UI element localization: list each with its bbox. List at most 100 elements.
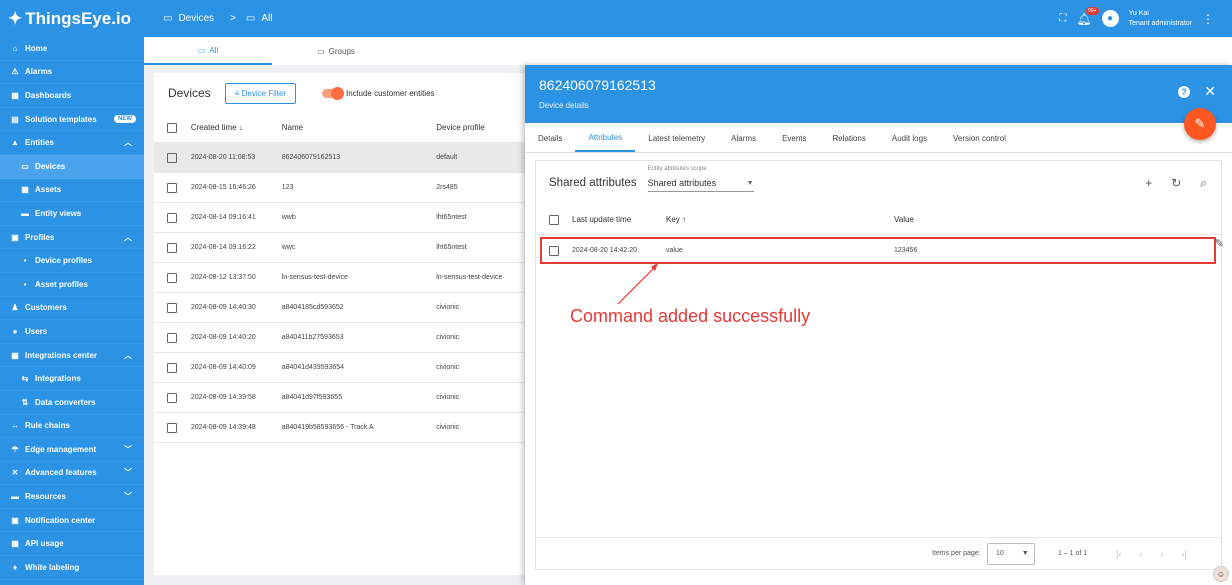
row-checkbox[interactable] (167, 242, 177, 253)
sidebar-item-users[interactable]: ● Users (0, 320, 144, 344)
row-checkbox[interactable] (167, 272, 177, 283)
chevron-up-icon[interactable]: ︿ (124, 232, 132, 243)
table-row[interactable]: 2024-08-09 14:40:09 a84041d439593654 civio… (154, 353, 534, 383)
select-all-attributes-checkbox[interactable] (549, 214, 559, 225)
row-checkbox[interactable] (167, 392, 177, 403)
sidebar-item-profiles[interactable]: ▣ Profiles ︿ (0, 226, 144, 250)
search-icon[interactable]: ⌕ (1200, 176, 1207, 191)
row-checkbox[interactable] (167, 422, 177, 433)
fullscreen-icon[interactable]: ⛶ (1059, 13, 1066, 24)
edit-fab-button[interactable]: ✎ (1184, 108, 1216, 140)
prev-page-icon[interactable]: ‹ (1139, 549, 1142, 559)
scope-select[interactable]: Entity attributes scope Shared attribute… (647, 166, 754, 192)
table-row[interactable]: 2024-08-09 14:39:58 a84041d97f593655 civio… (154, 383, 534, 413)
sidebar-item-device-profiles[interactable]: ▪ Device profiles (0, 249, 144, 273)
sidebar-item-notification-center[interactable]: ▣ Notification center (0, 509, 144, 533)
row-checkbox[interactable] (167, 212, 177, 223)
user-info[interactable]: Yu Kai Tenant administrator (1129, 9, 1192, 29)
table-row[interactable]: 2024-08-15 16:46:26 123 2rs485 (154, 173, 534, 203)
table-row[interactable]: 2024-08-14 09:16:41 wwb lht65ntest (154, 203, 534, 233)
sidebar-item-asset-profiles[interactable]: ▪ Asset profiles (0, 273, 144, 297)
devices-panel: Devices ≡ Device Filter Include customer… (154, 73, 534, 575)
user-avatar-icon[interactable]: ● (1101, 10, 1119, 27)
sidebar-item-integrations-center[interactable]: ▦ Integrations center ︿ (0, 344, 144, 368)
tab-alarms[interactable]: Alarms (718, 125, 769, 152)
sidebar-item-label: Dashboards (25, 90, 72, 100)
chevron-up-icon[interactable]: ︿ (124, 350, 132, 361)
breadcrumb-devices[interactable]: Devices (178, 13, 214, 24)
next-page-icon[interactable]: › (1160, 549, 1163, 559)
first-page-icon[interactable]: |‹ (1116, 549, 1121, 559)
tab-audit-logs[interactable]: Audit logs (879, 125, 940, 152)
add-icon[interactable]: + (1145, 176, 1152, 191)
row-checkbox[interactable] (167, 152, 177, 163)
refresh-icon[interactable]: ↻ (1171, 176, 1181, 191)
sidebar-item-integrations[interactable]: ⇆ Integrations (0, 367, 144, 391)
app-logo[interactable]: ✦ ThingsEye.io (0, 0, 144, 37)
sidebar-item-edge-management[interactable]: ☂ Edge management ﹀ (0, 438, 144, 462)
sidebar-item-dashboards[interactable]: ▦ Dashboards (0, 84, 144, 108)
assistant-avatar-icon[interactable]: ☺ (1213, 566, 1229, 582)
row-name: a84041d439593654 (281, 364, 345, 371)
more-vert-icon[interactable]: ⋮ (1202, 12, 1214, 26)
row-checkbox[interactable] (167, 332, 177, 343)
row-checkbox[interactable] (167, 362, 177, 373)
tab-version-control[interactable]: Version control (940, 125, 1019, 152)
sidebar-item-assets[interactable]: ▦ Assets (0, 179, 144, 203)
col-last-update[interactable]: Last update time (572, 215, 666, 224)
sidebar-item-resources[interactable]: ▬ Resources ﹀ (0, 485, 144, 509)
col-name[interactable]: Name (282, 123, 436, 132)
sidebar-item-customers[interactable]: ♟ Customers (0, 297, 144, 321)
sidebar-item-white-labeling[interactable]: ♦ White labeling (0, 556, 144, 580)
col-key[interactable]: Key ↑ (666, 215, 894, 224)
sidebar-item-label: Device profiles (35, 256, 92, 266)
annotation-text: Command added successfully (570, 306, 811, 326)
row-checkbox[interactable] (167, 302, 177, 313)
sidebar-item-api-usage[interactable]: ▦ API usage (0, 532, 144, 557)
sidebar-item-label: Home (25, 43, 48, 53)
sidebar-item-home[interactable]: ⌂ Home (0, 37, 144, 61)
table-row[interactable]: 2024-08-20 11:08:53 862406079162513 defaul… (154, 143, 534, 173)
tab-attributes[interactable]: Attributes (575, 125, 636, 152)
col-created-time[interactable]: Created time ↓ (191, 123, 282, 132)
table-row[interactable]: 2024-08-12 13:37:50 ln-sensus-test-device… (154, 263, 534, 293)
tab-events[interactable]: Events (769, 125, 819, 152)
tab-groups[interactable]: ▭ Groups (272, 37, 400, 65)
notifications-button[interactable]: 🔔︎ 99+ (1076, 6, 1099, 26)
toggle-switch[interactable] (322, 86, 345, 100)
table-row[interactable]: 2024-08-09 14:40:20 a840411b27593653 civio… (154, 323, 534, 353)
close-icon[interactable]: ✕ (1204, 83, 1216, 100)
sidebar-item-data-converters[interactable]: ⇅ Data converters (0, 391, 144, 415)
col-value[interactable]: Value (894, 215, 914, 224)
col-device-profile[interactable]: Device profile (436, 123, 534, 132)
table-row[interactable]: 2024-08-09 14:39:48 a840419b58593656 - Tr… (154, 413, 534, 443)
pencil-icon[interactable]: ✎ (1215, 237, 1224, 250)
table-row[interactable]: 2024-08-14 09:16:22 wwc lht65ntest (154, 233, 534, 263)
sidebar-item-advanced-features[interactable]: ✕ Advanced features ﹀ (0, 462, 144, 486)
sidebar-item-devices[interactable]: ▭ Devices (0, 154, 144, 179)
page-size-select[interactable]: 10 ▼ (987, 542, 1035, 565)
chevron-down-icon[interactable]: ﹀ (124, 467, 132, 478)
attribute-row-checkbox[interactable] (549, 245, 559, 256)
device-filter-button[interactable]: ≡ Device Filter (224, 82, 297, 104)
chevron-up-icon[interactable]: ︿ (124, 137, 132, 148)
table-row[interactable]: 2024-08-09 14:40:30 a8404185cd593652 civio… (154, 293, 534, 323)
sidebar-item-alarms[interactable]: ⚠ Alarms (0, 61, 144, 85)
include-customer-toggle[interactable]: Include customer entities (322, 86, 435, 100)
chevron-down-icon[interactable]: ﹀ (124, 444, 132, 455)
sidebar-item-entities[interactable]: ▲ Entities ︿ (0, 131, 144, 155)
sidebar-item-solution-templates[interactable]: ▤ Solution templates NEW (0, 108, 144, 132)
tab-details[interactable]: Details (525, 125, 575, 152)
tab-latest-telemetry[interactable]: Latest telemetry (635, 125, 718, 152)
sidebar-item-entity-views[interactable]: ▬ Entity views (0, 202, 144, 226)
tab-relations[interactable]: Relations (820, 125, 879, 152)
select-all-checkbox[interactable] (167, 122, 177, 133)
help-icon[interactable]: ? (1178, 86, 1190, 98)
last-page-icon[interactable]: ›| (1181, 549, 1186, 559)
sidebar-item-rule-chains[interactable]: ↔ Rule chains (0, 415, 144, 439)
chevron-down-icon[interactable]: ﹀ (124, 491, 132, 502)
tab-all[interactable]: ▭ All (144, 37, 272, 65)
row-checkbox[interactable] (167, 182, 177, 193)
attribute-row[interactable]: 2024-08-20 14:42:20 value 123456 (540, 237, 1216, 264)
sidebar-item-label: Data converters (35, 397, 96, 407)
